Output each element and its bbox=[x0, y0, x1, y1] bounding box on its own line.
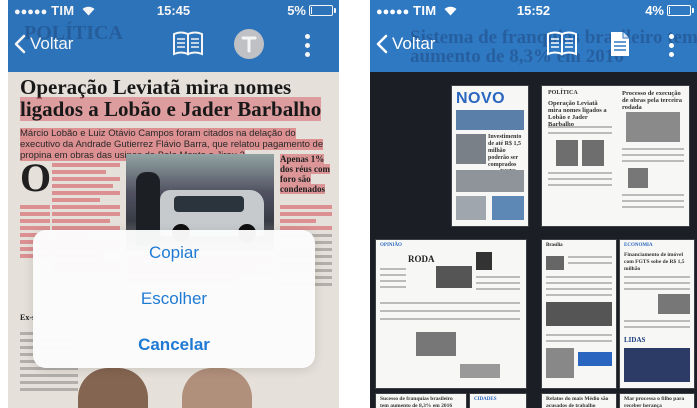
page-thumbnail-politica[interactable]: POLÍTICA Operação Leviatã mira nomes lig… bbox=[542, 86, 689, 226]
thumb-caption: Sucesso de franquias brasileiro tem aume… bbox=[380, 396, 453, 408]
back-button[interactable]: Voltar bbox=[376, 34, 435, 54]
phone-screen-right: NOVO Investimento de até R$ 1,5 milhão p… bbox=[370, 0, 697, 408]
thumb-section: CIDADES bbox=[474, 397, 497, 402]
page-thumbnail-grid: NOVO Investimento de até R$ 1,5 milhão p… bbox=[370, 72, 697, 408]
copy-button[interactable]: Copiar bbox=[33, 230, 315, 276]
page-thumbnail-opiniao[interactable]: OPINIÃO RODA bbox=[376, 240, 526, 388]
chevron-left-icon bbox=[376, 34, 388, 54]
status-bar: ●●●●● TIM 15:52 4% bbox=[370, 0, 697, 20]
choose-button[interactable]: Escolher bbox=[33, 276, 315, 322]
nav-bar: Sistema de franquias brasileiro tem aume… bbox=[370, 20, 697, 72]
thumb-logo: RODA bbox=[408, 254, 435, 264]
book-icon[interactable] bbox=[546, 30, 578, 56]
back-button-label: Voltar bbox=[392, 34, 436, 53]
battery-icon bbox=[667, 5, 694, 16]
thumb-headline: Financiamento de imóvel com FGTS sobe de… bbox=[624, 252, 685, 272]
more-options-icon[interactable] bbox=[669, 34, 675, 57]
phone-screen-left: Operação Leviatã mira nomes ligados a Lo… bbox=[8, 0, 339, 408]
page-thumbnail-brasilia[interactable]: Brasília bbox=[542, 240, 616, 388]
thumb-caption: Relatos do mais Médio são acusados de tr… bbox=[546, 396, 609, 408]
top-bar: ●●●●● TIM 15:52 4% Sistema de franquias … bbox=[370, 0, 697, 72]
battery-percent: 4% bbox=[645, 3, 664, 18]
cancel-button[interactable]: Cancelar bbox=[33, 322, 315, 368]
battery-indicator: 4% bbox=[645, 3, 694, 18]
action-sheet: Copiar Escolher Cancelar bbox=[33, 230, 315, 368]
thumb-section: Brasília bbox=[546, 243, 563, 248]
page-thumbnail-cover[interactable]: NOVO Investimento de até R$ 1,5 milhão p… bbox=[452, 86, 528, 226]
page-thumbnail-cidades[interactable]: CIDADES bbox=[470, 394, 526, 408]
document-icon[interactable] bbox=[609, 30, 631, 58]
thumb-side-headline: Processo de execução de obras pela terce… bbox=[622, 90, 682, 111]
battery-fill bbox=[669, 7, 670, 14]
thumb-section: OPINIÃO bbox=[380, 243, 402, 248]
thumb-caption: Mar processa o filho para receber heranç… bbox=[624, 396, 685, 408]
page-thumbnail-medico[interactable]: Relatos do mais Médio são acusados de tr… bbox=[542, 394, 616, 408]
page-thumbnail-franquias[interactable]: Sucesso de franquias brasileiro tem aume… bbox=[376, 394, 466, 408]
thumb-headline: Operação Leviatã mira nomes ligados a Lo… bbox=[548, 100, 607, 128]
thumb-section: ECONOMIA bbox=[624, 243, 653, 248]
page-thumbnail-heranca[interactable]: Mar processa o filho para receber heranç… bbox=[620, 394, 694, 408]
thumb-masthead: NOVO bbox=[456, 90, 506, 107]
thumb-brand: LIDAS bbox=[624, 336, 646, 344]
thumb-section: POLÍTICA bbox=[548, 90, 578, 96]
page-thumbnail-economia[interactable]: ECONOMIA Financiamento de imóvel com FGT… bbox=[620, 240, 694, 388]
